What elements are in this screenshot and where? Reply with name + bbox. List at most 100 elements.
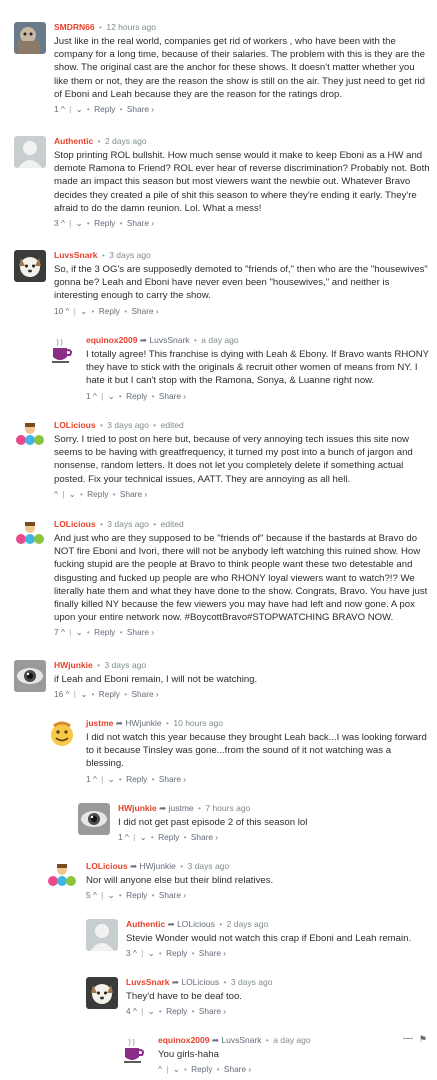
share-button[interactable]: Share ›: [199, 948, 226, 958]
author-name[interactable]: LuvsSnark: [54, 250, 97, 260]
timestamp[interactable]: 12 hours ago: [106, 22, 156, 32]
avatar[interactable]: [14, 22, 46, 54]
reply-button[interactable]: Reply: [126, 890, 147, 900]
avatar[interactable]: [46, 335, 78, 367]
parent-author-link[interactable]: HWjunkie: [139, 861, 175, 871]
downvote-icon[interactable]: ⌄: [76, 627, 83, 637]
reply-button[interactable]: Reply: [94, 627, 115, 637]
reply-button[interactable]: Reply: [158, 832, 179, 842]
share-button[interactable]: Share ›: [199, 1006, 226, 1016]
share-button[interactable]: Share ›: [191, 832, 218, 842]
downvote-icon[interactable]: ⌄: [148, 1006, 155, 1016]
timestamp[interactable]: 7 hours ago: [205, 803, 250, 813]
downvote-icon[interactable]: ⌄: [76, 104, 83, 114]
share-button[interactable]: Share ›: [131, 306, 158, 316]
timestamp[interactable]: 3 days ago: [109, 250, 151, 260]
author-name[interactable]: Authentic: [54, 136, 93, 146]
reply-button[interactable]: Reply: [166, 1006, 187, 1016]
reply-button[interactable]: Reply: [191, 1064, 212, 1074]
avatar[interactable]: [14, 420, 46, 452]
parent-author-link[interactable]: LOLicious: [177, 919, 215, 929]
author-name[interactable]: justme: [86, 718, 113, 728]
parent-author-link[interactable]: justme: [169, 803, 194, 813]
avatar[interactable]: [14, 250, 46, 282]
share-button[interactable]: Share ›: [131, 689, 158, 699]
timestamp[interactable]: 10 hours ago: [173, 718, 223, 728]
avatar[interactable]: [118, 1035, 150, 1067]
author-name[interactable]: SMDRN66: [54, 22, 95, 32]
reply-button[interactable]: Reply: [166, 948, 187, 958]
reply-button[interactable]: Reply: [99, 306, 120, 316]
avatar[interactable]: [14, 660, 46, 692]
downvote-icon[interactable]: ⌄: [69, 489, 76, 499]
downvote-icon[interactable]: ⌄: [80, 689, 87, 699]
reply-button[interactable]: Reply: [94, 104, 115, 114]
reply-button[interactable]: Reply: [126, 391, 147, 401]
upvote-icon[interactable]: ^: [93, 890, 97, 900]
upvote-icon[interactable]: ^: [61, 627, 65, 637]
timestamp[interactable]: 3 days ago: [231, 977, 273, 987]
flag-icon[interactable]: ⚑: [419, 1034, 427, 1045]
reply-button[interactable]: Reply: [126, 774, 147, 784]
downvote-icon[interactable]: ⌄: [140, 832, 147, 842]
avatar[interactable]: [86, 919, 118, 951]
timestamp[interactable]: 3 days ago: [107, 420, 149, 430]
avatar[interactable]: [14, 519, 46, 551]
reply-button[interactable]: Reply: [94, 218, 115, 228]
avatar[interactable]: [78, 803, 110, 835]
downvote-icon[interactable]: ⌄: [80, 306, 87, 316]
author-name[interactable]: LOLicious: [54, 420, 96, 430]
downvote-icon[interactable]: ⌄: [76, 218, 83, 228]
timestamp[interactable]: 3 days ago: [188, 861, 230, 871]
upvote-icon[interactable]: ^: [66, 306, 70, 316]
parent-author-link[interactable]: HWjunkie: [125, 718, 161, 728]
avatar[interactable]: [86, 977, 118, 1009]
author-name[interactable]: equinox2009: [158, 1035, 210, 1045]
author-name[interactable]: HWjunkie: [118, 803, 157, 813]
upvote-icon[interactable]: ^: [125, 832, 129, 842]
share-button[interactable]: Share ›: [127, 104, 154, 114]
share-button[interactable]: Share ›: [224, 1064, 251, 1074]
avatar[interactable]: [46, 718, 78, 750]
upvote-icon[interactable]: ^: [93, 391, 97, 401]
author-name[interactable]: LOLicious: [54, 519, 96, 529]
downvote-icon[interactable]: ⌄: [108, 774, 115, 784]
parent-author-link[interactable]: LuvsSnark: [221, 1035, 261, 1045]
share-button[interactable]: Share ›: [159, 774, 186, 784]
timestamp[interactable]: 3 days ago: [104, 660, 146, 670]
parent-author-link[interactable]: LuvsSnark: [149, 335, 189, 345]
upvote-icon[interactable]: ^: [158, 1064, 162, 1074]
timestamp[interactable]: a day ago: [273, 1035, 310, 1045]
share-button[interactable]: Share ›: [127, 218, 154, 228]
avatar[interactable]: [46, 861, 78, 893]
collapse-icon[interactable]: —: [403, 1033, 413, 1044]
share-button[interactable]: Share ›: [120, 489, 147, 499]
upvote-icon[interactable]: ^: [66, 689, 70, 699]
upvote-icon[interactable]: ^: [61, 104, 65, 114]
share-button[interactable]: Share ›: [127, 627, 154, 637]
upvote-icon[interactable]: ^: [93, 774, 97, 784]
timestamp[interactable]: 3 days ago: [107, 519, 149, 529]
reply-button[interactable]: Reply: [87, 489, 108, 499]
parent-author-link[interactable]: LOLicious: [181, 977, 219, 987]
author-name[interactable]: HWjunkie: [54, 660, 93, 670]
author-name[interactable]: LOLicious: [86, 861, 128, 871]
downvote-icon[interactable]: ⌄: [148, 948, 155, 958]
author-name[interactable]: Authentic: [126, 919, 165, 929]
share-button[interactable]: Share ›: [159, 890, 186, 900]
timestamp[interactable]: 2 days ago: [105, 136, 147, 146]
share-button[interactable]: Share ›: [159, 391, 186, 401]
upvote-icon[interactable]: ^: [133, 1006, 137, 1016]
downvote-icon[interactable]: ⌄: [173, 1064, 180, 1074]
timestamp[interactable]: 2 days ago: [227, 919, 269, 929]
author-name[interactable]: LuvsSnark: [126, 977, 169, 987]
author-name[interactable]: equinox2009: [86, 335, 138, 345]
timestamp[interactable]: a day ago: [201, 335, 238, 345]
avatar[interactable]: [14, 136, 46, 168]
upvote-icon[interactable]: ^: [61, 218, 65, 228]
upvote-icon[interactable]: ^: [133, 948, 137, 958]
downvote-icon[interactable]: ⌄: [108, 890, 115, 900]
upvote-icon[interactable]: ^: [54, 489, 58, 499]
downvote-icon[interactable]: ⌄: [108, 391, 115, 401]
reply-button[interactable]: Reply: [99, 689, 120, 699]
